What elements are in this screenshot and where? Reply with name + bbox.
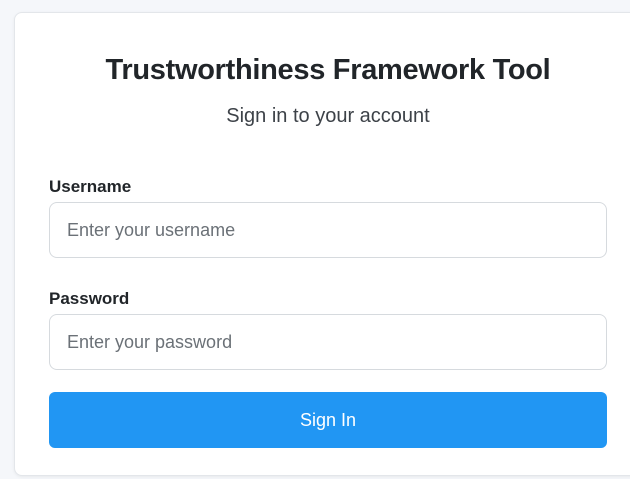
username-label: Username <box>49 177 132 196</box>
password-input[interactable] <box>49 314 607 370</box>
sign-in-button[interactable]: Sign In <box>49 392 607 448</box>
page-subtitle: Sign in to your account <box>226 105 430 127</box>
username-input[interactable] <box>49 202 607 258</box>
password-label: Password <box>49 289 130 308</box>
login-card: Trustworthiness Framework Tool Sign in t… <box>14 12 630 476</box>
page-title: Trustworthiness Framework Tool <box>105 54 551 86</box>
